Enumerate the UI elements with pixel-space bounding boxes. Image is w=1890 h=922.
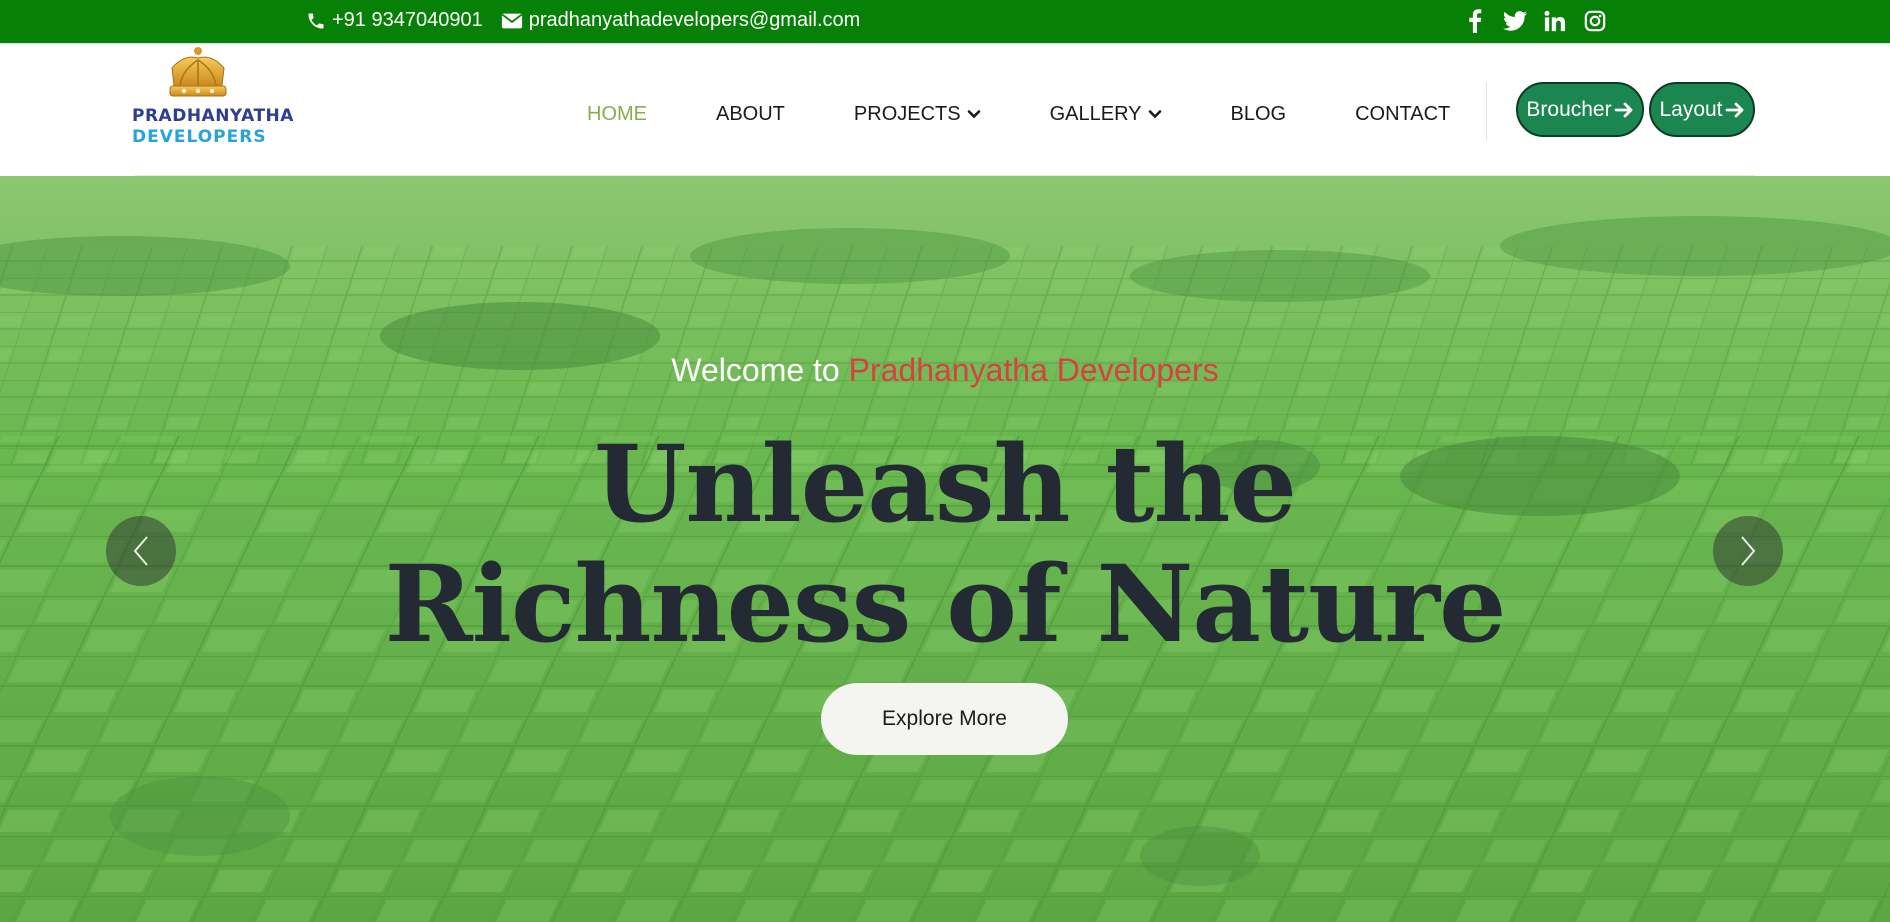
welcome-prefix: Welcome to [671, 352, 840, 388]
nav-contact-label: CONTACT [1355, 102, 1451, 125]
logo-name-line1: PRADHANYATHA [132, 106, 294, 126]
contact-info: +91 9347040901 pradhanyathadevelopers@gm… [306, 9, 860, 32]
headline-line1: Unleash the [593, 421, 1297, 546]
instagram-icon[interactable] [1582, 8, 1608, 34]
nav-home[interactable]: HOME [587, 103, 647, 126]
logo-name-line2: DEVELOPERS [132, 127, 267, 147]
layout-button[interactable]: Layout [1649, 82, 1755, 137]
nav-projects[interactable]: PROJECTS [854, 103, 981, 126]
nav-gallery[interactable]: GALLERY [1050, 103, 1162, 126]
arrow-right-icon [1725, 102, 1743, 117]
nav-about-label: ABOUT [716, 102, 785, 125]
carousel-next-button[interactable] [1713, 516, 1783, 586]
phone-number: +91 9347040901 [332, 9, 483, 31]
arrow-right-icon [1614, 102, 1633, 117]
nav-blog[interactable]: BLOG [1231, 103, 1287, 126]
welcome-brand: Pradhanyatha Developers [848, 352, 1219, 388]
crown-icon [169, 47, 227, 97]
top-contact-bar: +91 9347040901 pradhanyathadevelopers@gm… [0, 0, 1890, 44]
explore-more-label: Explore More [882, 707, 1007, 730]
phone-link[interactable]: +91 9347040901 [306, 9, 483, 32]
nav-gallery-label: GALLERY [1049, 102, 1142, 125]
explore-more-button[interactable]: Explore More [821, 683, 1068, 755]
layout-button-label: Layout [1659, 97, 1723, 121]
email-address: pradhanyathadevelopers@gmail.com [528, 9, 861, 31]
nav-projects-label: PROJECTS [853, 102, 961, 125]
phone-icon [306, 11, 326, 31]
hero-welcome-text: Welcome to Pradhanyatha Developers [0, 352, 1890, 389]
hero-slider: Welcome to Pradhanyatha Developers Unlea… [0, 176, 1890, 922]
envelope-icon [501, 12, 523, 30]
twitter-icon[interactable] [1502, 8, 1528, 34]
nav-home-label: HOME [587, 102, 647, 125]
social-links [1462, 8, 1608, 34]
chevron-left-icon [133, 536, 148, 566]
carousel-prev-button[interactable] [106, 516, 176, 586]
company-logo[interactable]: PRADHANYATHA DEVELOPERS [132, 46, 294, 150]
email-link[interactable]: pradhanyathadevelopers@gmail.com [501, 9, 861, 32]
site-header: PRADHANYATHA DEVELOPERS HOME ABOUT PROJE… [0, 44, 1890, 176]
main-navigation: HOME ABOUT PROJECTS GALLERY BLOG CONTACT [587, 98, 1450, 130]
nav-blog-label: BLOG [1230, 102, 1287, 125]
chevron-right-icon [1741, 536, 1756, 566]
nav-divider [1486, 82, 1487, 140]
brochure-button[interactable]: Broucher [1516, 82, 1644, 137]
chevron-down-icon [1148, 110, 1161, 119]
headline-line2: Richness of Nature [384, 541, 1507, 666]
hero-headline: Unleash the Richness of Nature [0, 424, 1890, 664]
nav-about[interactable]: ABOUT [716, 103, 785, 126]
linkedin-icon[interactable] [1542, 8, 1568, 34]
facebook-icon[interactable] [1462, 8, 1488, 34]
nav-contact[interactable]: CONTACT [1355, 103, 1450, 126]
brochure-button-label: Broucher [1526, 97, 1612, 121]
chevron-down-icon [967, 110, 980, 119]
